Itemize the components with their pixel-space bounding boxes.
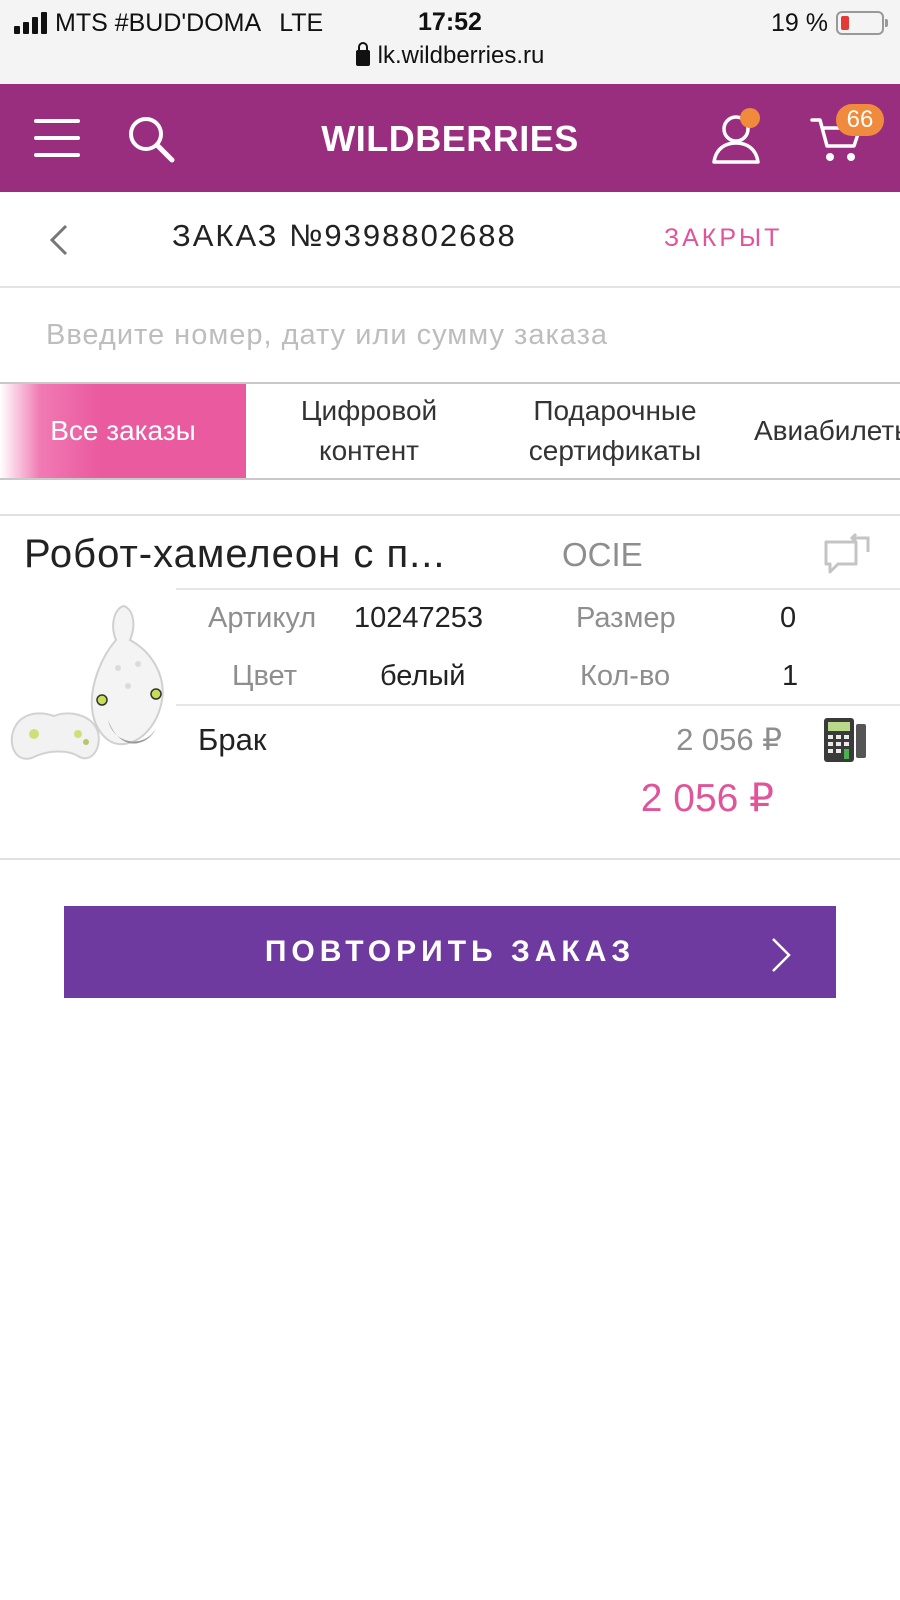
battery-percent: 19 %: [771, 8, 828, 37]
order-search-input[interactable]: [0, 290, 900, 380]
back-arrow-icon[interactable]: [44, 222, 74, 258]
size-value: 0: [780, 602, 797, 634]
color-value: белый: [380, 660, 466, 692]
repeat-order-label: ПОВТОРИТЬ ЗАКАЗ: [264, 935, 636, 968]
quantity-label: Кол-во: [580, 660, 671, 692]
site-logo[interactable]: WILDBERRIES: [0, 118, 900, 160]
divider: [0, 858, 900, 860]
repeat-order-button[interactable]: ПОВТОРИТЬ ЗАКАЗ: [64, 906, 836, 998]
battery-icon: [836, 11, 888, 35]
order-status: ЗАКРЫТ: [664, 224, 783, 252]
tab-gift-certificates[interactable]: Подарочные сертификаты: [492, 384, 738, 478]
order-tabs: Все заказы Цифровой контент Подарочные с…: [0, 382, 900, 480]
url-text: lk.wildberries.ru: [377, 42, 545, 69]
notification-dot: [740, 108, 760, 128]
article-value: 10247253: [354, 602, 484, 634]
product-brand: OCIE: [562, 536, 643, 573]
card-divider: [176, 588, 900, 590]
article-label: Артикул: [208, 602, 317, 634]
order-item-card[interactable]: Робот-хамелеон с п... OCIE Артикул 10247…: [0, 520, 900, 860]
product-name[interactable]: Робот-хамелеон с п...: [24, 532, 445, 577]
item-total-price: 2 056 ₽: [640, 777, 774, 820]
chevron-right-icon: [772, 938, 791, 972]
item-price: 2 056 ₽: [676, 722, 782, 757]
tab-all-orders[interactable]: Все заказы: [0, 384, 246, 478]
order-number-title: ЗАКАЗ №9398802688: [172, 218, 517, 253]
tab-label: Все заказы: [50, 415, 196, 446]
tab-air-tickets[interactable]: Авиабилеты: [738, 384, 900, 478]
order-header: ЗАКАЗ №9398802688 ЗАКРЫТ: [0, 192, 900, 288]
tab-digital-content[interactable]: Цифровой контент: [246, 384, 492, 478]
card-divider: [176, 704, 900, 706]
clock: 17:52: [418, 8, 482, 36]
status-right: 19 %: [771, 8, 888, 38]
tab-label: Авиабилеты: [754, 415, 900, 446]
address-bar[interactable]: lk.wildberries.ru: [0, 42, 900, 70]
receipt-calculator-icon[interactable]: [822, 716, 868, 764]
lock-icon: [355, 42, 370, 66]
site-header: WILDBERRIES 66: [0, 84, 900, 192]
order-search: [0, 290, 900, 380]
product-image[interactable]: [6, 596, 174, 776]
color-label: Цвет: [232, 660, 297, 692]
quantity-value: 1: [782, 660, 799, 692]
status-bar: MTS #BUD'DOMA LTE 17:52 19 % lk.wildberr…: [0, 0, 900, 84]
cart-count-badge: 66: [836, 104, 884, 136]
divider: [0, 514, 900, 516]
return-reason: Брак: [198, 722, 267, 757]
feedback-icon[interactable]: [822, 532, 872, 576]
tab-label: Подарочные сертификаты: [528, 395, 702, 466]
tab-label: Цифровой контент: [300, 395, 438, 466]
size-label: Размер: [576, 602, 676, 634]
